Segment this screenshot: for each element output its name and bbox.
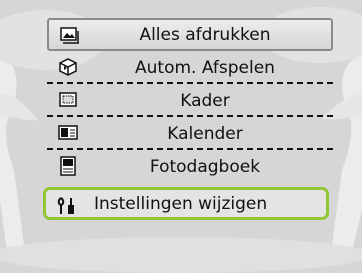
menu-item-label: Autom. Afspelen <box>135 57 275 78</box>
menu-item-label: Alles afdrukken <box>139 24 271 45</box>
menu-item-frame[interactable]: Kader <box>47 84 333 117</box>
frame-icon <box>57 90 79 110</box>
menu-item-label: Kader <box>180 90 230 111</box>
menu-item-label: Kalender <box>167 123 243 144</box>
menu-item-change-settings[interactable]: Instellingen wijzigen <box>43 187 329 220</box>
menu-item-print-all[interactable]: Alles afdrukken <box>47 18 333 51</box>
print-all-icon <box>59 26 81 46</box>
photo-diary-icon <box>57 156 79 176</box>
print-menu-screen: Alles afdrukken Autom. Afspelen Kader Ka… <box>0 0 362 273</box>
print-menu: Alles afdrukken Autom. Afspelen Kader Ka… <box>43 18 333 220</box>
menu-item-label: Fotodagboek <box>149 156 261 177</box>
calendar-icon <box>57 123 79 143</box>
menu-item-photo-diary[interactable]: Fotodagboek <box>47 150 333 183</box>
menu-item-label: Instellingen wijzigen <box>94 193 268 214</box>
settings-icon <box>56 196 78 216</box>
auto-play-icon <box>57 57 79 77</box>
menu-item-auto-play[interactable]: Autom. Afspelen <box>47 51 333 84</box>
menu-item-calendar[interactable]: Kalender <box>47 117 333 150</box>
